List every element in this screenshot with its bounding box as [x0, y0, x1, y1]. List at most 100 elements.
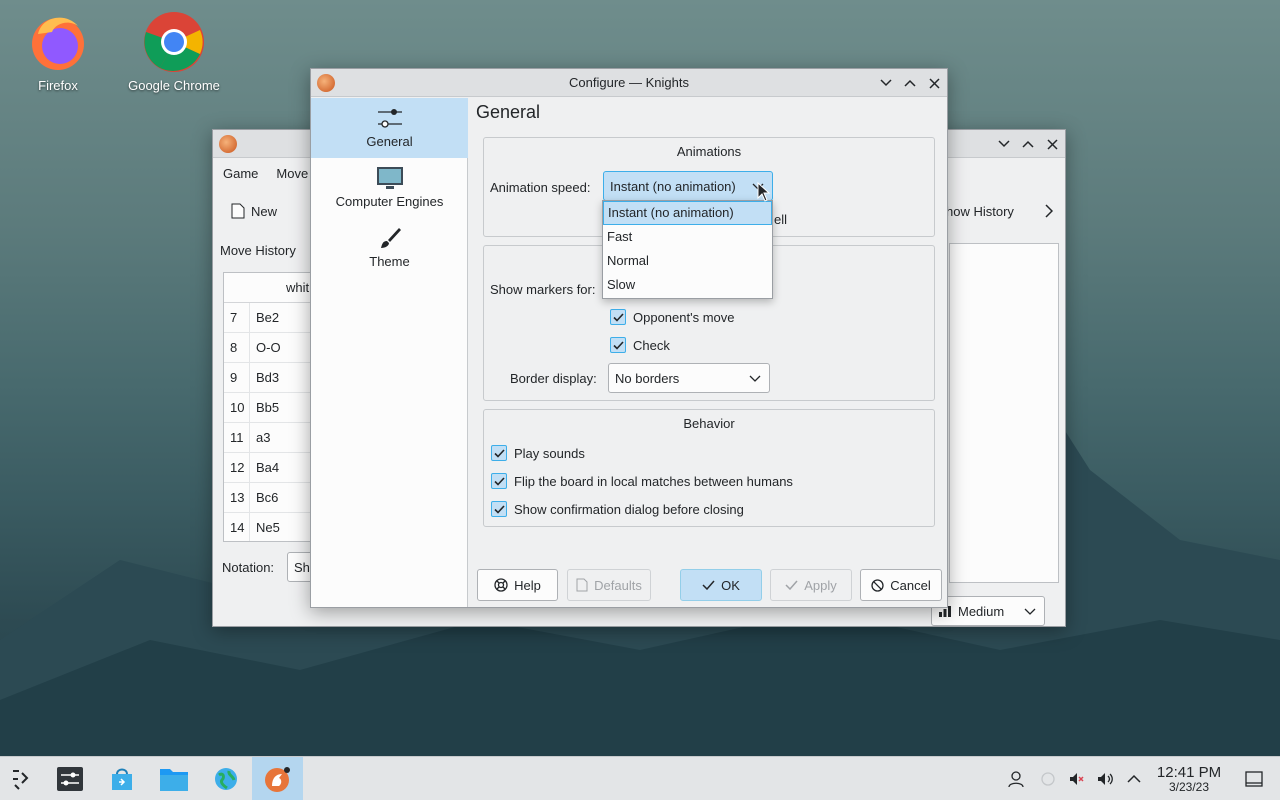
- move-history-title: Move History: [220, 243, 296, 258]
- move-number: 13: [224, 483, 250, 512]
- option-normal[interactable]: Normal: [603, 249, 772, 273]
- sidebar-item-general[interactable]: General: [311, 98, 468, 158]
- desktop-icon-chrome[interactable]: Google Chrome: [119, 10, 229, 93]
- show-markers-label: Show markers for:: [490, 282, 596, 297]
- opponent-move-checkbox[interactable]: Opponent's move: [610, 309, 735, 325]
- settings-sidebar: General Computer Engines Theme: [311, 98, 468, 607]
- difficulty-select[interactable]: Medium: [931, 596, 1045, 626]
- border-display-select[interactable]: No borders: [608, 363, 770, 393]
- lifebuoy-icon: [494, 578, 508, 592]
- notation-label: Notation:: [222, 560, 275, 575]
- chevron-down-icon: [1024, 608, 1036, 615]
- maximize-button[interactable]: [1019, 135, 1037, 153]
- menu-move[interactable]: Move: [276, 166, 308, 181]
- option-fast[interactable]: Fast: [603, 225, 772, 249]
- monitor-icon: [311, 164, 468, 192]
- move-notation: Ba4: [256, 460, 280, 475]
- check-marker-checkbox[interactable]: Check: [610, 337, 670, 353]
- move-notation: O-O: [256, 340, 281, 355]
- firefox-icon: [26, 10, 90, 74]
- checkbox-checked: [610, 337, 626, 353]
- checkbox-checked: [491, 501, 507, 517]
- ok-button[interactable]: OK: [680, 569, 762, 601]
- checkbox-checked: [491, 473, 507, 489]
- toolbar-overflow-icon[interactable]: [1045, 198, 1053, 224]
- animation-speed-label: Animation speed:: [490, 180, 591, 195]
- move-notation: a3: [256, 430, 271, 445]
- move-number: 14: [224, 513, 250, 541]
- desktop-icon-label: Firefox: [38, 78, 78, 93]
- new-document-icon: [231, 203, 245, 219]
- user-icon[interactable]: [1000, 763, 1032, 795]
- configure-dialog: Configure — Knights General Computer Eng…: [310, 68, 948, 608]
- clock-time: 12:41 PM: [1156, 764, 1222, 781]
- flip-board-checkbox[interactable]: Flip the board in local matches between …: [491, 473, 793, 489]
- clock[interactable]: 12:41 PM 3/23/23: [1150, 765, 1228, 795]
- page-title: General: [476, 102, 541, 122]
- move-number: 7: [224, 303, 250, 332]
- animation-speed-select[interactable]: Instant (no animation): [603, 171, 773, 201]
- app-launcher-icon[interactable]: [6, 763, 38, 795]
- taskbar: 12:41 PM 3/23/23: [0, 756, 1280, 800]
- chevron-down-icon: [749, 375, 761, 382]
- move-notation: Ne5: [256, 520, 280, 535]
- system-settings-icon[interactable]: [54, 763, 86, 795]
- file-manager-icon[interactable]: [158, 763, 190, 795]
- clock-date: 3/23/23: [1168, 780, 1210, 794]
- move-notation: Be2: [256, 310, 280, 325]
- move-number: 11: [224, 423, 250, 452]
- border-display-label: Border display:: [510, 371, 597, 386]
- show-history-button[interactable]: how History: [946, 198, 1014, 224]
- checkmark-icon: [702, 580, 715, 590]
- move-number: 12: [224, 453, 250, 482]
- hidden-option-text: ell: [774, 212, 788, 227]
- chrome-icon: [142, 10, 206, 74]
- apply-button[interactable]: Apply: [770, 569, 852, 601]
- close-button[interactable]: [1043, 135, 1061, 153]
- sidebar-item-theme[interactable]: Theme: [311, 218, 468, 278]
- move-number: 10: [224, 393, 250, 422]
- cancel-button[interactable]: Cancel: [860, 569, 942, 601]
- new-game-button[interactable]: New: [231, 198, 277, 224]
- desktop-icon-label: Google Chrome: [128, 78, 220, 93]
- confirm-close-checkbox[interactable]: Show confirmation dialog before closing: [491, 501, 744, 517]
- move-notation: Bd3: [256, 370, 280, 385]
- brush-icon: [311, 224, 468, 252]
- desktop-icon-firefox[interactable]: Firefox: [3, 10, 113, 93]
- play-sounds-checkbox[interactable]: Play sounds: [491, 445, 585, 461]
- discover-store-icon[interactable]: [106, 763, 138, 795]
- close-button[interactable]: [925, 74, 943, 92]
- tray-expand-icon[interactable]: [1118, 763, 1150, 795]
- maximize-button[interactable]: [901, 74, 919, 92]
- help-button[interactable]: Help: [477, 569, 558, 601]
- dialog-titlebar[interactable]: Configure — Knights: [311, 69, 947, 97]
- minimize-button[interactable]: [877, 74, 895, 92]
- move-notation: Bb5: [256, 400, 280, 415]
- option-instant[interactable]: Instant (no animation): [603, 201, 772, 225]
- dialog-title: Configure — Knights: [569, 75, 689, 90]
- side-panel: [949, 243, 1059, 583]
- knights-app-icon: [219, 135, 237, 153]
- show-desktop-icon[interactable]: [1238, 763, 1270, 795]
- option-slow[interactable]: Slow: [603, 273, 772, 297]
- checkmark-icon: [785, 580, 798, 590]
- group-title: Behavior: [683, 416, 735, 431]
- mouse-cursor-icon: [757, 182, 771, 202]
- move-number: 9: [224, 363, 250, 392]
- defaults-button[interactable]: Defaults: [567, 569, 651, 601]
- sliders-icon: [311, 104, 468, 132]
- menu-game[interactable]: Game: [223, 166, 258, 181]
- web-browser-icon[interactable]: [210, 763, 242, 795]
- knights-taskbar-icon[interactable]: [261, 763, 293, 795]
- group-title: Animations: [676, 144, 742, 159]
- checkbox-checked: [610, 309, 626, 325]
- mic-muted-icon[interactable]: [1060, 763, 1092, 795]
- sidebar-item-computer-engines[interactable]: Computer Engines: [311, 158, 468, 218]
- animation-speed-dropdown: Instant (no animation) Fast Normal Slow: [602, 200, 773, 299]
- move-notation: Bc6: [256, 490, 279, 505]
- document-icon: [576, 578, 588, 592]
- cancel-icon: [871, 578, 884, 592]
- minimize-button[interactable]: [995, 135, 1013, 153]
- move-number: 8: [224, 333, 250, 362]
- checkbox-checked: [491, 445, 507, 461]
